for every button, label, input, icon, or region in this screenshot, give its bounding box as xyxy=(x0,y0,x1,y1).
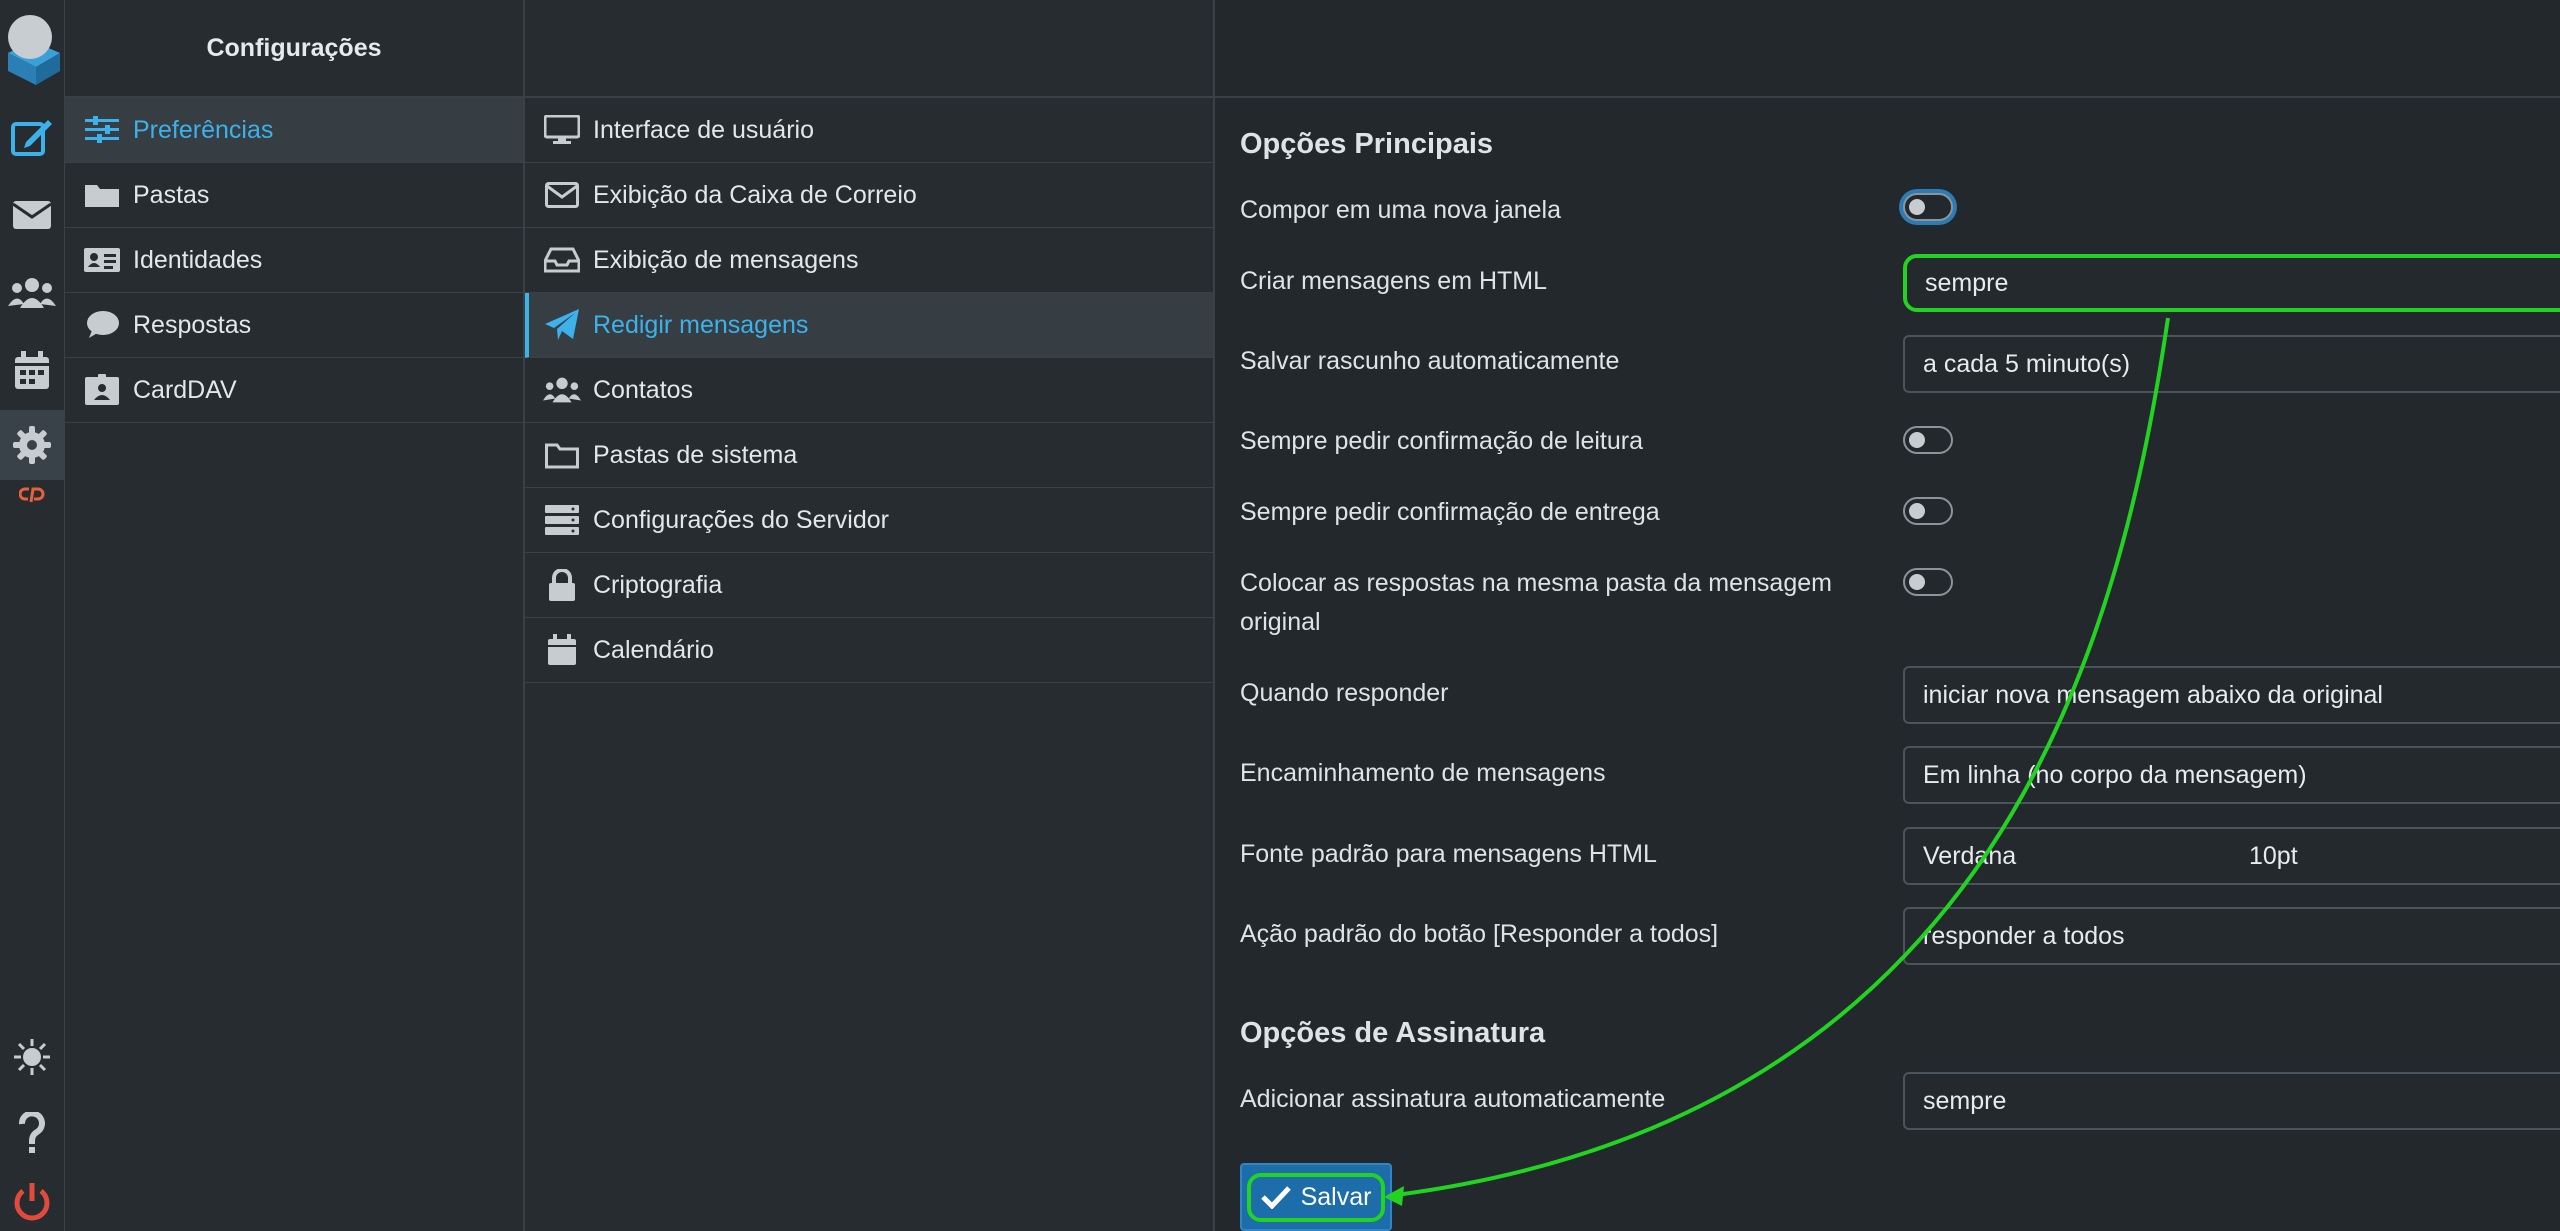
app-icon-bar xyxy=(0,0,65,1231)
compose-new-window-label: Compor em uma nova janela xyxy=(1240,196,1561,224)
panel-header xyxy=(1215,0,2560,98)
settings-item-responses[interactable]: Respostas xyxy=(65,293,523,358)
settings-item-label: Identidades xyxy=(133,245,263,274)
server-icon xyxy=(543,504,581,536)
id-card-icon xyxy=(83,244,121,276)
section-label: Interface de usuário xyxy=(593,115,814,144)
folder-icon xyxy=(83,179,121,211)
settings-item-carddav[interactable]: CardDAV xyxy=(65,358,523,423)
section-label: Configurações do Servidor xyxy=(593,505,889,534)
forwarding-select[interactable]: Em linha (no corpo da mensagem) xyxy=(1903,746,2560,804)
section-label: Contatos xyxy=(593,375,694,404)
section-label: Exibição da Caixa de Correio xyxy=(593,180,917,209)
preferences-sections: Interface de usuário Exibição da Caixa d… xyxy=(525,0,1215,1231)
section-label: Calendário xyxy=(593,635,714,664)
replies-same-folder-line2: original xyxy=(1240,608,1321,636)
address-book-icon xyxy=(83,374,121,406)
reply-all-action-label: Ação padrão do botão [Responder a todos] xyxy=(1240,920,1719,948)
lock-icon xyxy=(543,569,581,601)
read-receipt-label: Sempre pedir confirmação de leitura xyxy=(1240,427,1643,455)
users-icon xyxy=(543,374,581,406)
section-label: Pastas de sistema xyxy=(593,440,798,469)
settings-item-label: Pastas xyxy=(133,180,210,209)
create-html-label: Criar mensagens em HTML xyxy=(1240,267,1548,295)
settings-title: Configurações xyxy=(65,0,523,98)
section-message-view[interactable]: Exibição de mensagens xyxy=(525,228,1213,293)
settings-item-label: CardDAV xyxy=(133,375,237,404)
section-compose[interactable]: Redigir mensagens xyxy=(525,293,1213,358)
compose-preferences-panel: Opções Principais Compor em uma nova jan… xyxy=(1215,0,2560,1231)
help-icon[interactable] xyxy=(0,1098,64,1168)
signature-options-title: Opções de Assinatura xyxy=(1240,1017,1546,1049)
theme-icon[interactable] xyxy=(0,1022,64,1092)
delivery-receipt-toggle[interactable] xyxy=(1903,497,1953,525)
font-family-select[interactable]: Verdana xyxy=(1903,827,2233,885)
inbox-icon xyxy=(543,244,581,276)
envelope-icon xyxy=(543,179,581,211)
read-receipt-toggle[interactable] xyxy=(1903,426,1953,454)
section-encryption[interactable]: Criptografia xyxy=(525,553,1213,618)
when-reply-select[interactable]: iniciar nova mensagem abaixo da original xyxy=(1903,666,2560,724)
save-button[interactable]: Salvar xyxy=(1240,1163,1392,1231)
calendar-icon[interactable] xyxy=(0,336,64,406)
create-html-select[interactable]: sempre xyxy=(1903,254,2560,312)
calendar-icon xyxy=(543,634,581,666)
section-calendar[interactable]: Calendário xyxy=(525,618,1213,683)
default-font-label: Fonte padrão para mensagens HTML xyxy=(1240,840,1657,868)
contacts-icon[interactable] xyxy=(0,258,64,328)
settings-sidebar: Configurações Preferências Pastas Identi… xyxy=(65,0,525,1231)
replies-same-folder-line1: Colocar as respostas na mesma pasta da m… xyxy=(1240,569,1832,597)
autosave-select[interactable]: a cada 5 minuto(s) xyxy=(1903,335,2560,393)
settings-item-preferences[interactable]: Preferências xyxy=(65,98,523,163)
settings-item-identities[interactable]: Identidades xyxy=(65,228,523,293)
monitor-icon xyxy=(543,114,581,146)
autosave-label: Salvar rascunho automaticamente xyxy=(1240,347,1620,375)
logout-icon[interactable] xyxy=(0,1172,64,1231)
section-server-settings[interactable]: Configurações do Servidor xyxy=(525,488,1213,553)
paper-plane-icon xyxy=(543,309,581,341)
section-contacts[interactable]: Contatos xyxy=(525,358,1213,423)
section-user-interface[interactable]: Interface de usuário xyxy=(525,98,1213,163)
section-label: Exibição de mensagens xyxy=(593,245,859,274)
replies-same-folder-label: Colocar as respostas na mesma pasta da m… xyxy=(1240,564,1860,642)
settings-item-label: Preferências xyxy=(133,115,274,144)
section-mailbox-view[interactable]: Exibição da Caixa de Correio xyxy=(525,163,1213,228)
main-options-title: Opções Principais xyxy=(1240,128,1494,160)
sections-header xyxy=(525,0,1213,98)
delivery-receipt-label: Sempre pedir confirmação de entrega xyxy=(1240,498,1660,526)
cpanel-icon[interactable] xyxy=(0,475,64,515)
section-label: Criptografia xyxy=(593,570,723,599)
section-label: Redigir mensagens xyxy=(593,310,809,339)
replies-same-folder-toggle[interactable] xyxy=(1903,568,1953,596)
reply-all-action-select[interactable]: responder a todos xyxy=(1903,907,2560,965)
settings-gear-icon[interactable] xyxy=(0,410,64,480)
save-label: Salvar xyxy=(1300,1182,1372,1211)
comment-icon xyxy=(83,309,121,341)
when-reply-label: Quando responder xyxy=(1240,679,1449,707)
folder-outline-icon xyxy=(543,439,581,471)
compose-icon[interactable] xyxy=(0,102,64,172)
forwarding-label: Encaminhamento de mensagens xyxy=(1240,759,1606,787)
section-system-folders[interactable]: Pastas de sistema xyxy=(525,423,1213,488)
settings-item-folders[interactable]: Pastas xyxy=(65,163,523,228)
sliders-icon xyxy=(83,114,121,146)
check-icon xyxy=(1260,1185,1291,1209)
auto-signature-label: Adicionar assinatura automaticamente xyxy=(1240,1085,1666,1113)
logo-icon xyxy=(0,0,64,90)
auto-signature-select[interactable]: sempre xyxy=(1903,1072,2560,1130)
compose-new-window-toggle[interactable] xyxy=(1903,193,1953,221)
font-size-select[interactable]: 10pt xyxy=(2231,827,2560,885)
settings-item-label: Respostas xyxy=(133,310,252,339)
mail-icon[interactable] xyxy=(0,180,64,250)
